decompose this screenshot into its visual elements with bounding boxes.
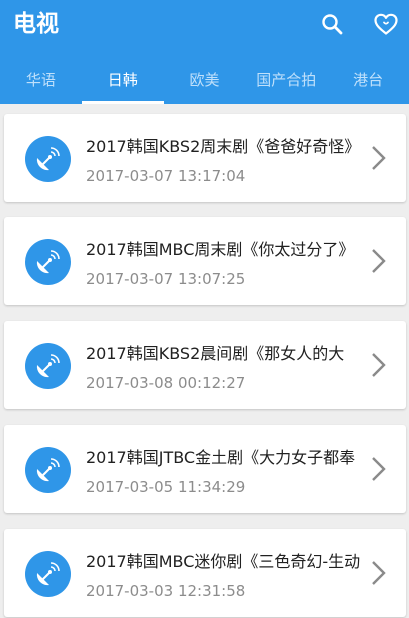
list-item[interactable]: 2017韩国MBC周末剧《你太过分了》 2017-03-07 13:07:25	[4, 217, 406, 305]
app-bar: 电视 华语 日韩 欧美 国产合拍 港台	[0, 0, 409, 104]
chevron-right-icon	[372, 146, 386, 170]
list-item[interactable]: 2017韩国KBS2周末剧《爸爸好奇怪》 2017-03-07 13:17:04	[4, 114, 406, 202]
item-title: 2017韩国MBC迷你剧《三色奇幻-生动	[86, 552, 361, 571]
page-title: 电视	[13, 11, 59, 37]
item-title: 2017韩国MBC周末剧《你太过分了》	[86, 240, 355, 259]
satellite-dish-icon	[25, 551, 71, 597]
tab-gangtai[interactable]: 港台	[327, 56, 409, 104]
item-title: 2017韩国KBS2周末剧《爸爸好奇怪》	[86, 137, 361, 156]
item-title: 2017韩国KBS2晨间剧《那女人的大	[86, 344, 345, 363]
item-title: 2017韩国JTBC金土剧《大力女子都奉	[86, 448, 356, 467]
list-item[interactable]: 2017韩国MBC迷你剧《三色奇幻-生动 2017-03-03 12:31:58	[4, 529, 406, 617]
favorite-button[interactable]	[372, 10, 400, 38]
list-item[interactable]: 2017韩国JTBC金土剧《大力女子都奉 2017-03-05 11:34:29	[4, 425, 406, 513]
search-icon	[322, 14, 343, 35]
category-tabs: 华语 日韩 欧美 国产合拍 港台	[0, 56, 409, 104]
search-button[interactable]	[318, 10, 346, 38]
item-date: 2017-03-07 13:07:25	[86, 270, 246, 288]
chevron-right-icon	[372, 249, 386, 273]
chevron-right-icon	[372, 457, 386, 481]
satellite-dish-icon	[25, 343, 71, 389]
satellite-dish-icon	[25, 239, 71, 285]
item-date: 2017-03-07 13:17:04	[86, 167, 246, 185]
item-date: 2017-03-05 11:34:29	[86, 478, 246, 496]
satellite-dish-icon	[25, 136, 71, 182]
tab-guochan-hepai[interactable]: 国产合拍	[245, 56, 327, 104]
heart-icon	[374, 13, 398, 35]
tab-oumei[interactable]: 欧美	[164, 56, 246, 104]
list-item[interactable]: 2017韩国KBS2晨间剧《那女人的大 2017-03-08 00:12:27	[4, 321, 406, 409]
tab-rihan[interactable]: 日韩	[81, 56, 164, 104]
item-date: 2017-03-08 00:12:27	[86, 374, 246, 392]
tab-huayu[interactable]: 华语	[0, 56, 82, 104]
item-date: 2017-03-03 12:31:58	[86, 582, 246, 600]
satellite-dish-icon	[25, 447, 71, 493]
chevron-right-icon	[372, 353, 386, 377]
chevron-right-icon	[372, 561, 386, 585]
